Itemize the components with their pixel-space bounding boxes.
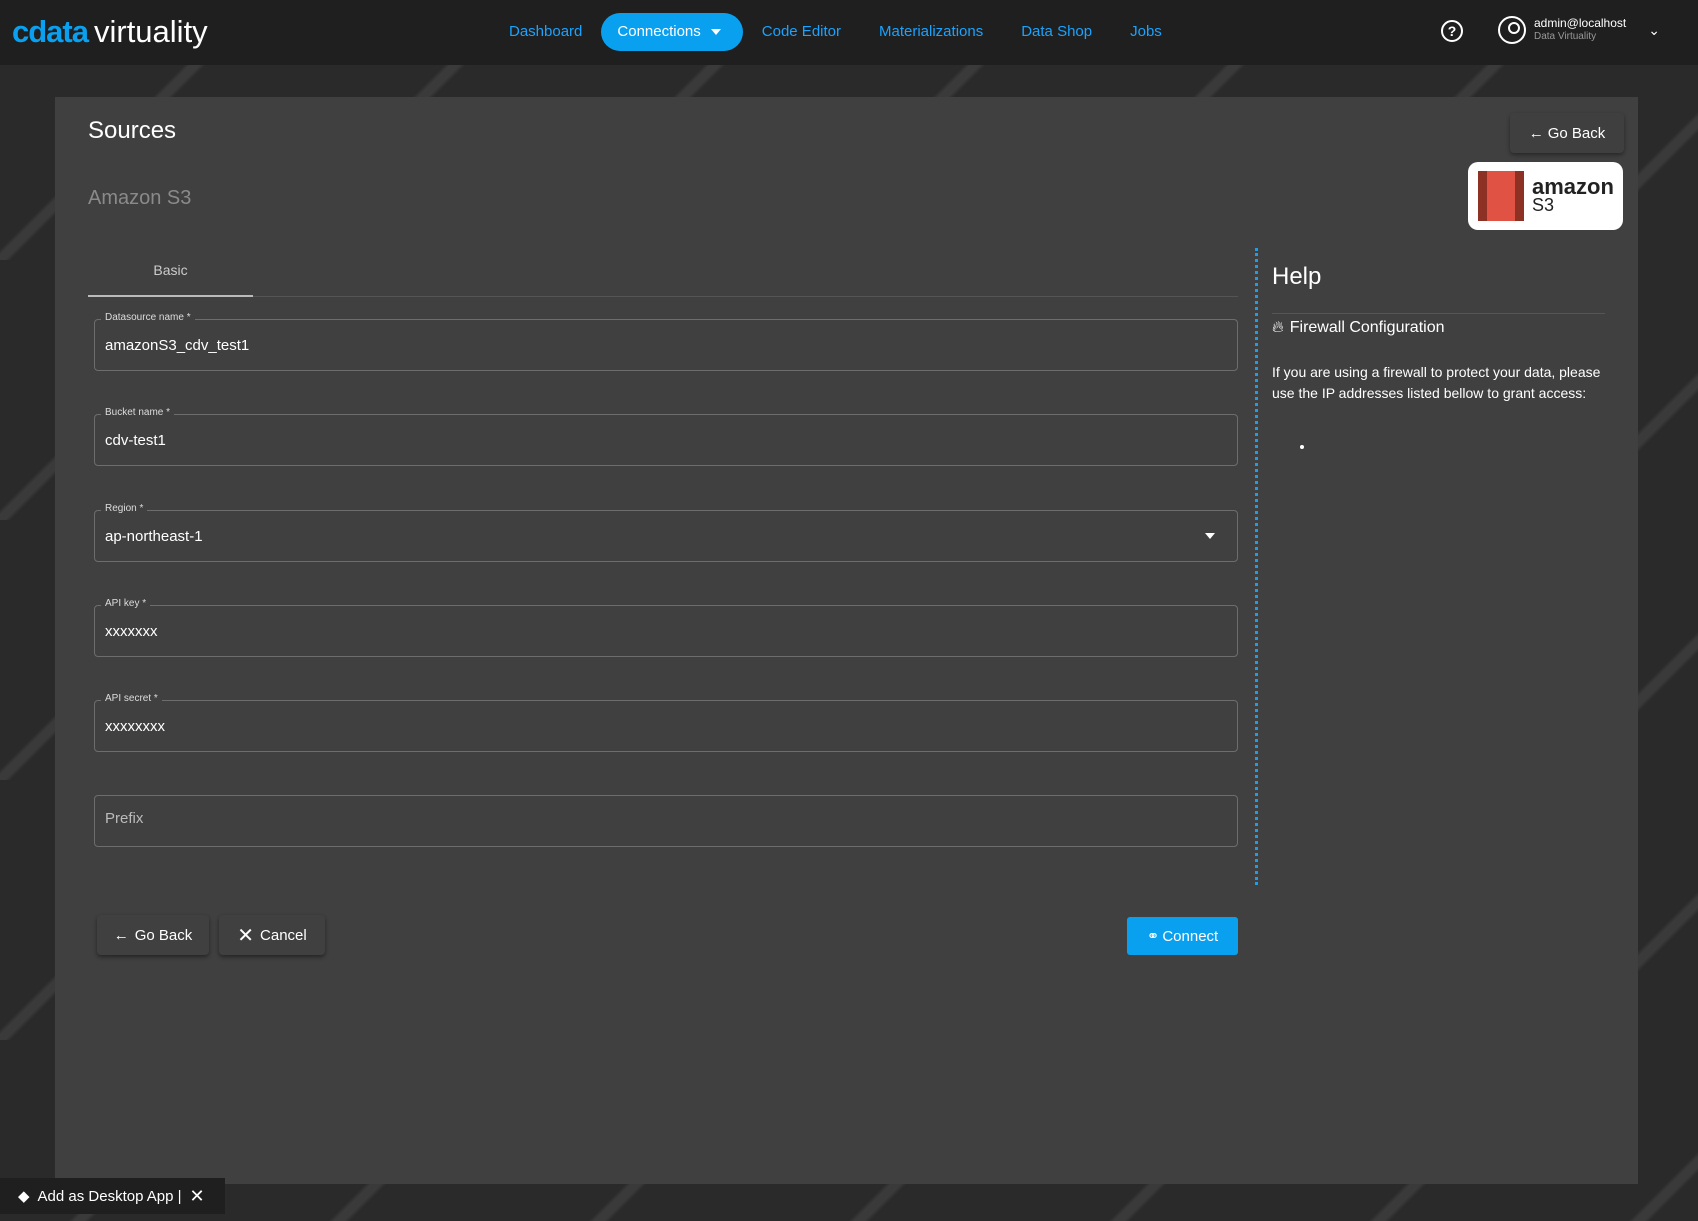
dropdown-arrow-icon[interactable] [1205,533,1215,539]
field-value[interactable]: amazonS3_cdv_test1 [105,337,1190,354]
cancel-button[interactable]: ✕ Cancel [219,915,325,955]
page-subtitle: Amazon S3 [88,187,192,209]
field-label: Datasource name * [101,312,195,323]
field-value[interactable]: ap-northeast-1 [105,528,1190,545]
cancel-label: Cancel [260,926,307,944]
help-title: Help [1272,263,1322,290]
field-value[interactable]: xxxxxxxx [105,718,1190,735]
field-value[interactable]: xxxxxxx [105,623,1190,640]
go-back-label: Go Back [1547,124,1606,142]
field-value[interactable]: cdv-test1 [105,432,1190,449]
help-text: If you are using a firewall to protect y… [1272,364,1601,401]
nav-jobs[interactable]: Jobs [1111,13,1181,51]
firewall-section-title: 🔥︎ Firewall Configuration [1272,319,1444,337]
prefix-field[interactable] [94,795,1238,847]
close-icon: ✕ [237,924,255,947]
page-title: Sources [88,117,177,144]
help-icon[interactable]: ? [1441,20,1463,42]
nav-data-shop[interactable]: Data Shop [1002,13,1111,51]
arrow-left-icon: ← [113,926,129,944]
connect-button[interactable]: ⚭ Connect [1127,917,1238,955]
field-label: Region * [101,503,148,514]
nav-dashboard[interactable]: Dashboard [490,13,601,51]
arrow-left-icon: ← [1528,124,1544,142]
user-avatar-icon [1498,16,1526,44]
chevron-down-icon[interactable]: ⌄ [1648,22,1660,39]
nav-materializations[interactable]: Materializations [860,13,1002,51]
top-nav-bar: cdata virtuality Dashboard Connections Co… [0,0,1698,65]
firewall-label: Firewall Configuration [1289,319,1445,336]
logo-secondary: virtuality [93,14,208,49]
help-divider [1255,248,1258,885]
nav-connections[interactable]: Connections [601,13,743,51]
datasource-name-field[interactable]: Datasource name * amazonS3_cdv_test1 [94,312,1238,371]
go-back-label: Go Back [134,926,193,944]
prefix-input[interactable] [105,810,1190,827]
main-nav: Dashboard Connections Code Editor Materi… [490,13,1181,51]
go-back-button[interactable]: ← Go Back [97,915,209,955]
user-name: admin@localhost [1534,16,1627,30]
field-label: API key * [101,598,151,609]
api-key-field[interactable]: API key * xxxxxxx [94,598,1238,657]
desktop-app-toast: ◆ Add as Desktop App | ✕ [0,1178,225,1214]
sources-panel: Sources Amazon S3 ← Go Back amazon S3 Basi… [55,97,1638,1184]
link-icon: ⚭ [1146,928,1160,945]
logo-word: amazon [1532,173,1614,199]
region-select[interactable]: Region * ap-northeast-1 [94,503,1238,562]
caret-down-icon [710,29,721,36]
nav-code-editor[interactable]: Code Editor [743,13,860,51]
logo-sub: S3 [1532,194,1555,215]
s3-bucket-icon [1478,171,1524,221]
help-separator [1272,313,1605,314]
user-menu[interactable]: admin@localhost Data Virtuality ⌄ [1498,16,1660,44]
amazon-s3-logo: amazon S3 [1468,162,1623,230]
tab-bar: Basic [88,245,1238,297]
ip-list-bullet [1300,445,1304,449]
fire-icon: 🔥︎ [1272,319,1284,336]
bucket-name-field[interactable]: Bucket name * cdv-test1 [94,407,1238,466]
go-back-top-button[interactable]: ← Go Back [1510,113,1624,153]
nav-connections-label: Connections [617,23,701,40]
close-icon[interactable]: ✕ [190,1186,205,1207]
connect-label: Connect [1162,927,1219,945]
app-logo[interactable]: cdata virtuality [12,14,208,50]
user-org: Data Virtuality [1534,31,1597,42]
add-desktop-app-link[interactable]: Add as Desktop App | [38,1188,182,1205]
field-label: API secret * [101,693,162,704]
tab-basic[interactable]: Basic [88,245,253,297]
logo-primary: cdata [12,14,89,49]
layers-icon: ◆ [18,1188,30,1205]
field-label: Bucket name * [101,407,175,418]
api-secret-field[interactable]: API secret * xxxxxxxx [94,693,1238,752]
